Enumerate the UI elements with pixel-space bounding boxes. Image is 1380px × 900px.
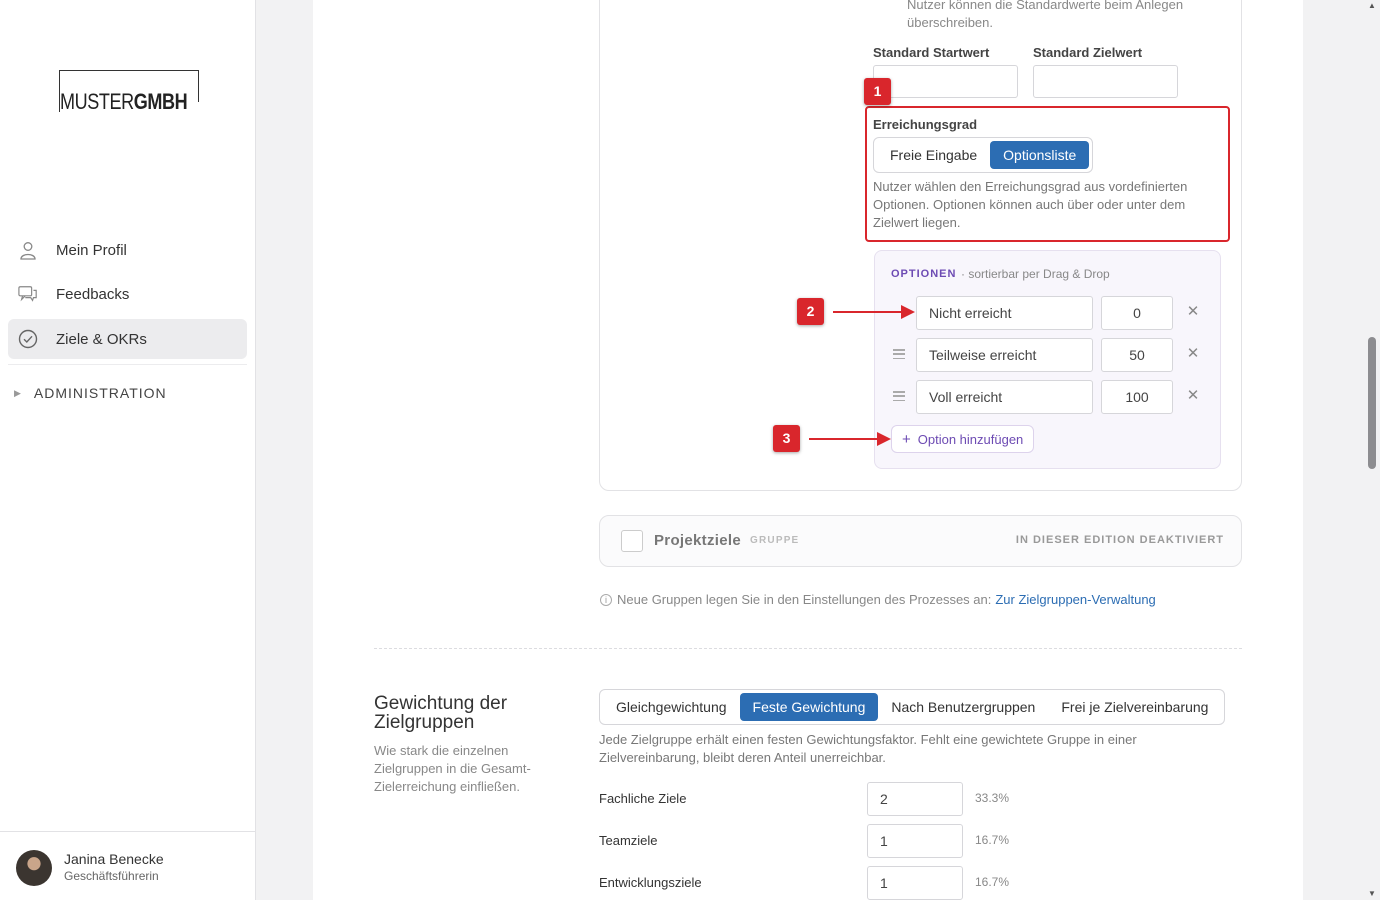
remove-option-icon[interactable]: ✕ xyxy=(1186,346,1200,361)
weight-row-label: Fachliche Ziele xyxy=(599,791,687,806)
annotation-badge-3: 3 xyxy=(773,425,800,452)
weighting-title: Gewichtung der Zielgruppen xyxy=(374,693,508,733)
sidebar-item-label: Ziele & OKRs xyxy=(56,330,147,348)
weight-row-label: Entwicklungsziele xyxy=(599,875,702,890)
drag-handle-icon[interactable] xyxy=(893,391,905,401)
drag-handle-icon[interactable] xyxy=(893,349,905,359)
target-value-input[interactable] xyxy=(1033,65,1178,98)
option-name-input[interactable]: Voll erreicht xyxy=(916,380,1093,414)
annotation-badge-2: 2 xyxy=(797,298,824,325)
user-profile-footer[interactable]: Janina Benecke Geschäftsführerin xyxy=(0,831,255,900)
scroll-up-icon[interactable]: ▲ xyxy=(1368,1,1376,10)
add-option-label: Option hinzufügen xyxy=(917,431,1024,447)
option-value-input[interactable]: 100 xyxy=(1101,380,1173,414)
remove-option-icon[interactable]: ✕ xyxy=(1186,388,1200,403)
start-value-label: Standard Startwert xyxy=(873,45,990,60)
weight-row-label: Teamziele xyxy=(599,833,658,848)
plus-icon: + xyxy=(902,430,911,448)
project-goals-card: Projektziele GRUPPE IN DIESER EDITION DE… xyxy=(599,515,1242,567)
user-name: Janina Benecke xyxy=(64,851,164,867)
sidebar-item-feedbacks[interactable]: Feedbacks xyxy=(8,274,247,314)
option-row: Voll erreicht 100 ✕ xyxy=(875,380,1222,414)
sidebar-item-label: Feedbacks xyxy=(56,285,130,303)
option-name-input[interactable]: Teilweise erreicht xyxy=(916,338,1093,372)
target-value-label: Standard Zielwert xyxy=(1033,45,1143,60)
annotation-arrow-3 xyxy=(809,432,891,446)
scroll-down-icon[interactable]: ▼ xyxy=(1368,889,1376,898)
avatar xyxy=(16,850,52,886)
sidebar-item-label: Mein Profil xyxy=(56,241,127,259)
remove-option-icon[interactable]: ✕ xyxy=(1186,304,1200,319)
add-option-button[interactable]: + Option hinzufügen xyxy=(891,425,1035,453)
disabled-status: IN DIESER EDITION DEAKTIVIERT xyxy=(1015,534,1224,546)
weighting-hint: Jede Zielgruppe erhält einen festen Gewi… xyxy=(599,732,1137,765)
chat-icon xyxy=(18,284,38,304)
caret-right-icon: ▶ xyxy=(14,387,22,398)
info-text: Neue Gruppen legen Sie in den Einstellun… xyxy=(617,592,992,607)
option-value-input[interactable]: 50 xyxy=(1101,338,1173,372)
mode-fixed-selected[interactable]: Feste Gewichtung xyxy=(739,693,879,721)
annotation-badge-1: 1 xyxy=(864,78,891,105)
weight-percent: 16.7% xyxy=(975,875,1010,889)
weight-input[interactable]: 1 xyxy=(867,866,963,900)
user-icon xyxy=(18,240,38,260)
option-row: Teilweise erreicht 50 ✕ xyxy=(875,338,1222,372)
info-icon: i xyxy=(600,593,612,606)
sidebar-item-ziele-okrs[interactable]: Ziele & OKRs xyxy=(8,319,247,359)
option-row: Nicht erreicht 0 ✕ xyxy=(875,296,1222,330)
sidebar-item-mein-profil[interactable]: Mein Profil xyxy=(8,230,247,270)
annotation-arrow-2 xyxy=(833,305,915,319)
check-circle-icon xyxy=(18,329,38,349)
weight-input[interactable]: 1 xyxy=(867,824,963,858)
sidebar-divider xyxy=(8,364,247,365)
sidebar-section-administration[interactable]: ▶ ADMINISTRATION xyxy=(14,385,167,401)
admin-label: ADMINISTRATION xyxy=(33,385,167,401)
project-goals-title: Projektziele xyxy=(654,532,741,549)
company-logo[interactable]: MUSTERGMBH xyxy=(59,70,199,114)
weighting-mode-toggle: Gleichgewichtung Feste Gewichtung Nach B… xyxy=(599,689,1226,725)
annotation-highlight-box xyxy=(865,106,1230,242)
default-values-note: Nutzer können die Standardwerte beim Anl… xyxy=(907,0,1184,30)
logo-text-bold: GMBH xyxy=(133,89,188,114)
option-name-input[interactable]: Nicht erreicht xyxy=(916,296,1093,330)
mode-free-per-agreement[interactable]: Frei je Zielvereinbarung xyxy=(1048,693,1221,721)
weighting-description: Wie stark die einzelnen Zielgruppen in d… xyxy=(374,743,531,794)
weight-percent: 16.7% xyxy=(975,833,1010,847)
sidebar: MUSTERGMBH Mein Profil Feedbacks Ziele &… xyxy=(0,0,256,900)
project-goals-checkbox[interactable] xyxy=(621,530,643,552)
logo-text-thin: MUSTER xyxy=(60,89,134,114)
options-header: OPTIONEN xyxy=(891,268,957,280)
group-management-link[interactable]: Zur Zielgruppen-Verwaltung xyxy=(995,592,1155,607)
user-role: Geschäftsführerin xyxy=(64,869,159,883)
new-groups-info: i Neue Gruppen legen Sie in den Einstell… xyxy=(600,592,1156,607)
scrollbar-thumb[interactable] xyxy=(1368,337,1376,469)
section-divider xyxy=(374,648,1242,649)
options-subheader: · sortierbar per Drag & Drop xyxy=(961,267,1110,281)
mode-equal[interactable]: Gleichgewichtung xyxy=(603,693,740,721)
start-value-input[interactable] xyxy=(873,65,1018,98)
weight-percent: 33.3% xyxy=(975,791,1010,805)
option-value-input[interactable]: 0 xyxy=(1101,296,1173,330)
page-scrollbar[interactable]: ▲ ▼ xyxy=(1364,0,1380,900)
mode-by-user-groups[interactable]: Nach Benutzergruppen xyxy=(878,693,1048,721)
group-tag: GRUPPE xyxy=(750,535,800,546)
weight-input[interactable]: 2 xyxy=(867,782,963,816)
